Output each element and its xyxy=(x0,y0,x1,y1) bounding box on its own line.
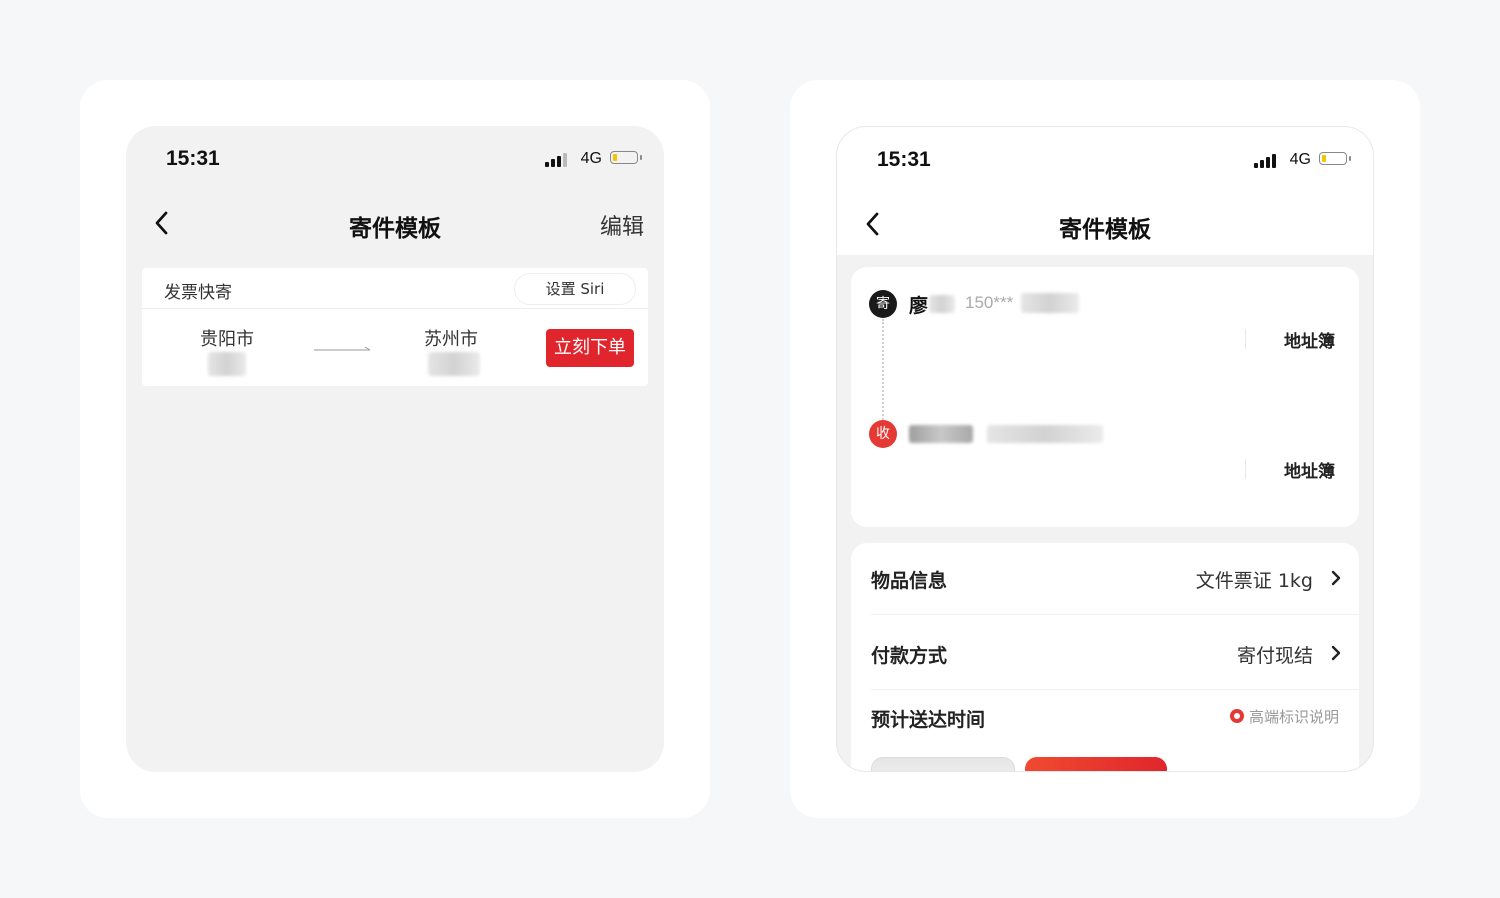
payment-method-value: 寄付现结 xyxy=(1236,645,1313,667)
right-preview-card: 15:31 4G 寄件模板 寄 廖 150*** 地址簿 收 地址簿 物品信息 … xyxy=(790,80,1420,818)
receiver-phone-blurred xyxy=(987,425,1103,443)
status-time: 15:31 xyxy=(877,148,931,171)
battery-icon xyxy=(610,151,642,164)
sender-badge: 寄 xyxy=(869,290,897,318)
item-info-value: 文件票证 1kg xyxy=(1195,570,1313,592)
from-city: 贵阳市 xyxy=(200,329,254,350)
sender-phone: 150*** xyxy=(965,293,1014,312)
nav-bar: 寄件模板 xyxy=(837,197,1373,255)
route-dots xyxy=(882,319,884,427)
edit-button[interactable]: 编辑 xyxy=(600,209,644,241)
chevron-right-icon xyxy=(1331,645,1341,661)
sender-address-book-button[interactable]: 地址簿 xyxy=(1284,327,1335,352)
divider xyxy=(1245,329,1246,349)
premium-mark-hint-text: 高端标识说明 xyxy=(1248,708,1339,726)
network-label: 4G xyxy=(1289,151,1311,168)
status-time: 15:31 xyxy=(166,147,220,170)
set-siri-button[interactable]: 设置 Siri xyxy=(514,273,636,305)
template-name: 发票快寄 xyxy=(164,283,232,303)
network-label: 4G xyxy=(580,150,602,167)
payment-method-label: 付款方式 xyxy=(871,645,948,667)
receiver-address-book-button[interactable]: 地址簿 xyxy=(1284,457,1335,482)
receiver-name-blurred xyxy=(909,425,973,443)
premium-badge-icon xyxy=(1229,709,1244,723)
signal-icon xyxy=(545,151,569,167)
delivery-option-standard[interactable] xyxy=(871,757,1015,771)
from-detail-blurred xyxy=(208,352,246,376)
sender-name: 廖 xyxy=(909,295,929,317)
divider xyxy=(1245,459,1246,479)
item-info-label: 物品信息 xyxy=(871,570,948,592)
delivery-time-row: 预计送达时间 高端标识说明 xyxy=(851,686,1359,758)
receiver-badge: 收 xyxy=(869,420,897,448)
page-title: 寄件模板 xyxy=(349,216,441,242)
to-city: 苏州市 xyxy=(424,329,478,350)
shipment-info-card: 物品信息 文件票证 1kg 付款方式 寄付现结 预计送达时间 高端标识说明 xyxy=(851,543,1359,771)
delivery-time-label: 预计送达时间 xyxy=(871,709,986,731)
status-bar: 15:31 4G xyxy=(126,126,664,196)
item-info-row[interactable]: 物品信息 文件票证 1kg xyxy=(851,543,1359,615)
to-detail-blurred xyxy=(428,352,480,376)
route-arrow-icon xyxy=(314,346,371,351)
phone-screen-template-list: 15:31 4G 寄件模板 编辑 发票快寄 设置 Siri 贵阳市 苏州市 立刻… xyxy=(126,126,664,772)
payment-method-row[interactable]: 付款方式 寄付现结 xyxy=(851,618,1359,690)
row-divider xyxy=(871,614,1359,615)
nav-bar: 寄件模板 编辑 xyxy=(126,196,664,252)
battery-icon xyxy=(1319,152,1351,165)
phone-screen-template-detail: 15:31 4G 寄件模板 寄 廖 150*** 地址簿 收 地址簿 物品信息 … xyxy=(836,126,1374,772)
premium-mark-hint[interactable]: 高端标识说明 xyxy=(1229,706,1339,727)
sender-phone-blurred xyxy=(1021,293,1079,313)
sender-name-blurred xyxy=(929,295,955,313)
signal-icon xyxy=(1254,152,1278,168)
chevron-right-icon xyxy=(1331,570,1341,586)
template-card[interactable]: 发票快寄 设置 Siri 贵阳市 苏州市 立刻下单 xyxy=(142,268,648,386)
status-bar: 15:31 4G xyxy=(837,127,1373,197)
left-preview-card: 15:31 4G 寄件模板 编辑 发票快寄 设置 Siri 贵阳市 苏州市 立刻… xyxy=(80,80,710,818)
delivery-option-premium[interactable] xyxy=(1025,757,1167,771)
address-card: 寄 廖 150*** 地址簿 收 地址簿 xyxy=(851,267,1359,527)
template-header: 发票快寄 设置 Siri xyxy=(142,268,648,309)
order-now-button[interactable]: 立刻下单 xyxy=(546,329,634,367)
page-title: 寄件模板 xyxy=(1059,217,1151,243)
